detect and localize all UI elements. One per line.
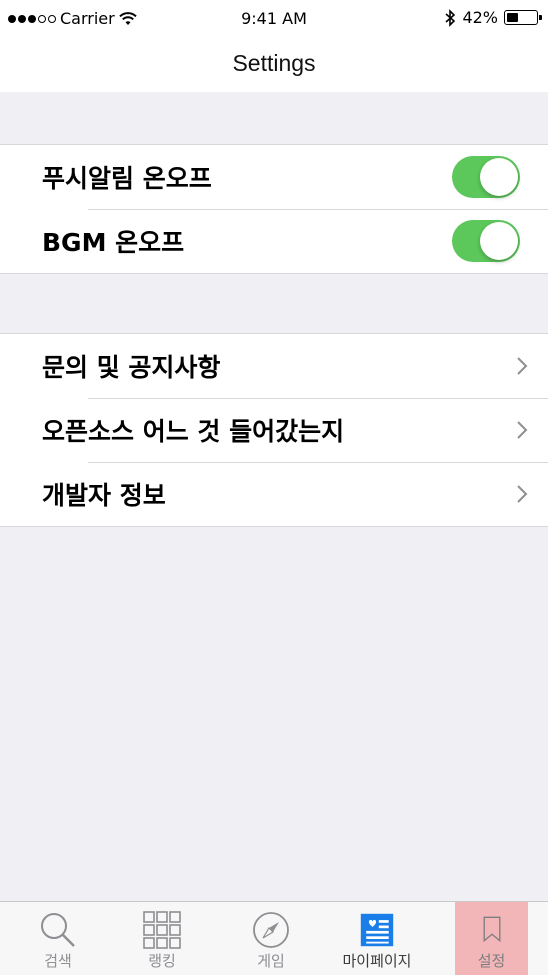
- toggle-knob: [480, 222, 518, 260]
- toggle-knob: [480, 158, 518, 196]
- search-icon: [41, 913, 75, 947]
- tab-settings[interactable]: 설정: [455, 902, 528, 975]
- tab-game[interactable]: 게임: [219, 902, 323, 975]
- link-row-inquiry[interactable]: 문의 및 공지사항: [0, 334, 548, 398]
- push-alarm-label: 푸시알림 온오프: [42, 164, 212, 193]
- developer-info-label: 개발자 정보: [42, 481, 166, 510]
- status-right: 42%: [444, 8, 542, 27]
- inquiry-notice-label: 문의 및 공지사항: [42, 353, 221, 382]
- info-links-group: 문의 및 공지사항 오픈소스 어느 것 들어갔는지 개발자 정보: [0, 333, 548, 527]
- opensource-label: 오픈소스 어느 것 들어갔는지: [42, 417, 345, 446]
- push-alarm-toggle[interactable]: [452, 156, 520, 198]
- tab-game-label: 게임: [257, 952, 285, 970]
- page-title: Settings: [232, 50, 316, 76]
- chevron-right-icon: [517, 421, 528, 439]
- tab-mypage-label: 마이페이지: [342, 952, 412, 970]
- bluetooth-icon: [445, 8, 456, 27]
- bookmark-icon: [483, 916, 500, 943]
- bgm-label: BGM 온오프: [42, 228, 185, 257]
- status-bar: Carrier 9:41 AM 42%: [0, 0, 548, 38]
- tab-ranking-label: 랭킹: [148, 952, 176, 970]
- navigation-bar: Settings: [0, 38, 548, 92]
- battery-icon: [504, 10, 542, 25]
- battery-percent: 42%: [462, 8, 498, 27]
- compass-icon: [253, 912, 289, 948]
- link-row-opensource[interactable]: 오픈소스 어느 것 들어갔는지: [0, 398, 548, 462]
- grid-icon: [143, 911, 181, 949]
- tab-bar: 검색 랭킹 게임 마이페이지 설정: [0, 901, 548, 975]
- chevron-right-icon: [517, 357, 528, 375]
- tab-settings-label: 설정: [477, 952, 506, 970]
- link-row-developer[interactable]: 개발자 정보: [0, 462, 548, 526]
- toggle-settings-group: 푸시알림 온오프 BGM 온오프: [0, 144, 548, 274]
- tab-search[interactable]: 검색: [6, 902, 110, 975]
- tab-search-label: 검색: [44, 952, 72, 970]
- bgm-toggle[interactable]: [452, 220, 520, 262]
- chevron-right-icon: [517, 485, 528, 503]
- setting-row-push: 푸시알림 온오프: [0, 145, 548, 209]
- mypage-icon: [360, 913, 394, 947]
- setting-row-bgm: BGM 온오프: [0, 209, 548, 273]
- tab-ranking[interactable]: 랭킹: [110, 902, 214, 975]
- tab-mypage[interactable]: 마이페이지: [325, 902, 429, 975]
